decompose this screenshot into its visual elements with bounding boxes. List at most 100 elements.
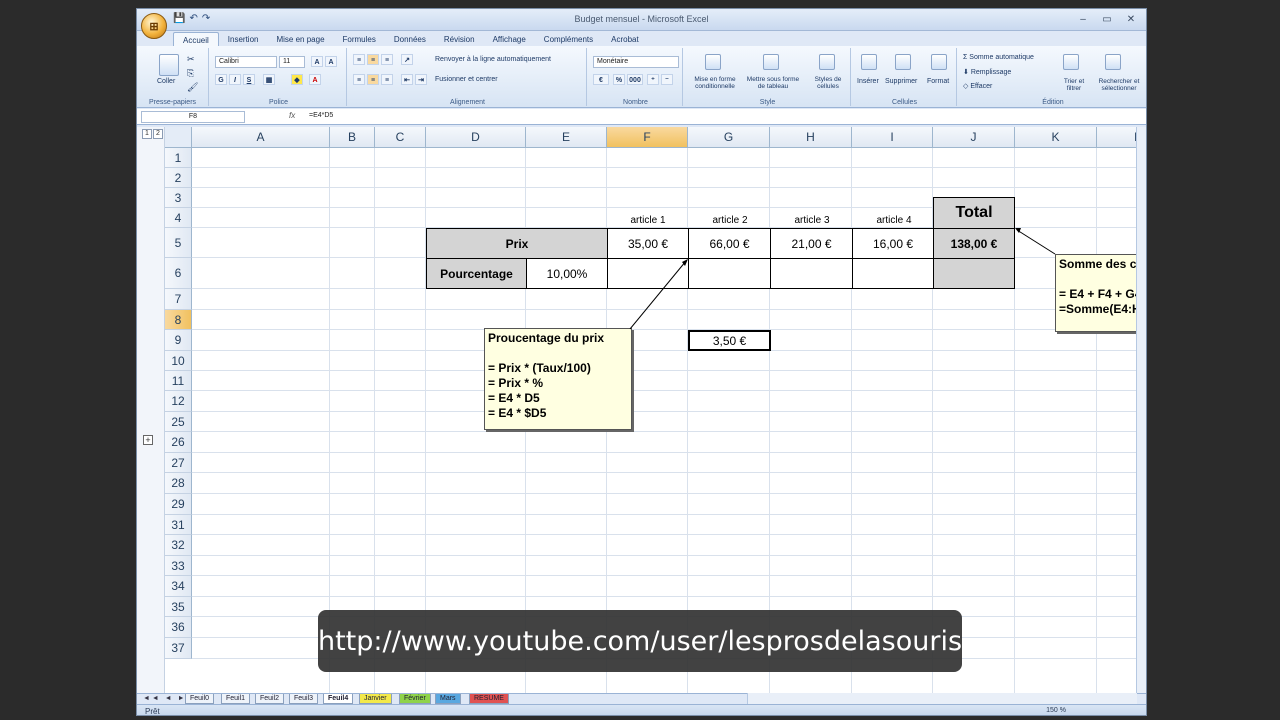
maximize-button[interactable]: ▭ (1096, 12, 1118, 27)
currency-icon[interactable]: € (593, 74, 609, 85)
find-select-icon[interactable] (1105, 54, 1121, 70)
row-header-9[interactable]: 9 (165, 330, 192, 351)
cell-h5[interactable] (852, 258, 934, 289)
sheet-tab-feuil3[interactable]: Feuil3 (289, 694, 319, 704)
row-header-37[interactable]: 37 (165, 638, 192, 659)
row-header-25[interactable]: 25 (165, 412, 192, 432)
delete-cells-icon[interactable] (895, 54, 911, 70)
sheet-tab-feuil0[interactable]: Feuil0 (185, 694, 215, 704)
percent-button[interactable]: % (613, 74, 625, 85)
comment-sum[interactable]: Somme des cellules = E4 + F4 + G4 +H4 =S… (1055, 254, 1137, 332)
name-box[interactable]: F8 (141, 111, 245, 123)
formula-input[interactable]: =E4*D5 (309, 111, 333, 121)
decrease-indent-icon[interactable]: ⇤ (401, 74, 413, 85)
align-center-icon[interactable]: ≡ (367, 74, 379, 85)
sheet-tab-feuil1[interactable]: Feuil1 (221, 694, 251, 704)
cell-i4-total[interactable]: 138,00 € (933, 228, 1015, 259)
row-header-28[interactable]: 28 (165, 473, 192, 494)
number-format-select[interactable]: Monétaire (593, 56, 679, 68)
insert-cells-icon[interactable] (861, 54, 877, 70)
row-header-33[interactable]: 33 (165, 556, 192, 576)
sheet-tab-mars[interactable]: Mars (435, 694, 461, 704)
column-header-i[interactable]: I (852, 127, 933, 148)
close-button[interactable]: ✕ (1120, 12, 1142, 27)
font-name-select[interactable]: Calibri (215, 56, 277, 68)
format-cells-icon[interactable] (931, 54, 947, 70)
cell-f8-active[interactable]: 3,50 € (688, 330, 771, 351)
format-painter-icon[interactable]: 🖌 (187, 82, 198, 93)
decrease-decimal-icon[interactable]: ⁻ (661, 74, 673, 85)
align-middle-icon[interactable]: ≡ (367, 54, 379, 65)
sort-filter-icon[interactable] (1063, 54, 1079, 70)
underline-button[interactable]: S (243, 74, 255, 85)
row-header-11[interactable]: 11 (165, 371, 192, 391)
cell-e3[interactable]: article 1 (607, 208, 689, 229)
cell-h3[interactable]: article 4 (853, 208, 935, 229)
align-right-icon[interactable]: ≡ (381, 74, 393, 85)
column-header-k[interactable]: K (1015, 127, 1097, 148)
zoom-level[interactable]: 150 % (1046, 707, 1066, 714)
cell-c5-pourcentage-label[interactable]: Pourcentage (426, 258, 527, 289)
column-header-a[interactable]: A (192, 127, 330, 148)
outline-level-2-button[interactable]: 2 (153, 129, 163, 139)
row-header-34[interactable]: 34 (165, 576, 192, 597)
cell-f3[interactable]: article 2 (689, 208, 771, 229)
sheet-tab-feuil4[interactable]: Feuil4 (323, 694, 354, 704)
copy-icon[interactable]: ⎘ (187, 68, 194, 79)
row-header-26[interactable]: 26 (165, 432, 192, 453)
column-header-f[interactable]: F (607, 127, 688, 148)
column-header-h[interactable]: H (770, 127, 852, 148)
column-header-e[interactable]: E (526, 127, 607, 148)
fx-icon[interactable]: fx (289, 111, 295, 120)
minimize-button[interactable]: – (1072, 12, 1094, 27)
cell-e4[interactable]: 35,00 € (607, 228, 689, 259)
sort-filter-button[interactable]: Trier et filtrer (1057, 78, 1091, 92)
fill-color-icon[interactable]: ◆ (291, 74, 303, 85)
borders-icon[interactable]: ▦ (263, 74, 275, 85)
cell-h4[interactable]: 16,00 € (852, 228, 934, 259)
font-size-select[interactable]: 11 (279, 56, 305, 68)
row-header-3[interactable]: 3 (165, 188, 192, 208)
cell-styles-button[interactable]: Styles de cellules (807, 76, 849, 90)
row-header-12[interactable]: 12 (165, 391, 192, 412)
paste-label[interactable]: Coller (157, 78, 175, 85)
column-header-j[interactable]: J (933, 127, 1015, 148)
thousands-button[interactable]: 000 (627, 74, 643, 85)
comment-percentage[interactable]: Proucentage du prix = Prix * (Taux/100) … (484, 328, 632, 430)
row-header-35[interactable]: 35 (165, 597, 192, 617)
cell-i5[interactable] (933, 258, 1015, 289)
row-header-4[interactable]: 4 (165, 208, 192, 228)
row-header-31[interactable]: 31 (165, 515, 192, 535)
align-left-icon[interactable]: ≡ (353, 74, 365, 85)
cell-g5[interactable] (770, 258, 853, 289)
office-button[interactable]: ⊞ (141, 13, 167, 39)
align-top-icon[interactable]: ≡ (353, 54, 365, 65)
column-header-l[interactable]: L (1097, 127, 1137, 148)
clear-button[interactable]: ◇ Effacer (963, 82, 992, 90)
format-cells-button[interactable]: Format (927, 78, 949, 85)
italic-button[interactable]: I (229, 74, 241, 85)
grow-font-button[interactable]: A (311, 56, 323, 67)
cell-f5[interactable] (688, 258, 771, 289)
row-header-1[interactable]: 1 (165, 148, 192, 168)
row-header-29[interactable]: 29 (165, 494, 192, 515)
wrap-text-button[interactable]: Renvoyer à la ligne automatiquement (435, 56, 551, 63)
font-color-icon[interactable]: A (309, 74, 321, 85)
cell-g3[interactable]: article 3 (771, 208, 853, 229)
format-as-table-icon[interactable] (763, 54, 779, 70)
shrink-font-button[interactable]: A (325, 56, 337, 67)
sheet-tab-feuil2[interactable]: Feuil2 (255, 694, 285, 704)
autosum-button[interactable]: Σ Somme automatique (963, 54, 1034, 61)
merge-center-button[interactable]: Fusionner et centrer (435, 76, 498, 83)
row-header-7[interactable]: 7 (165, 289, 192, 310)
cell-i3-total-header[interactable]: Total (933, 197, 1015, 229)
cell-f4[interactable]: 66,00 € (688, 228, 771, 259)
conditional-format-button[interactable]: Mise en forme conditionnelle (689, 76, 741, 90)
row-header-32[interactable]: 32 (165, 535, 192, 556)
cut-icon[interactable]: ✂ (187, 54, 195, 65)
column-header-g[interactable]: G (688, 127, 770, 148)
row-header-2[interactable]: 2 (165, 168, 192, 188)
column-header-b[interactable]: B (330, 127, 375, 148)
cell-c4-prix-label[interactable]: Prix (426, 228, 608, 259)
row-header-10[interactable]: 10 (165, 351, 192, 371)
